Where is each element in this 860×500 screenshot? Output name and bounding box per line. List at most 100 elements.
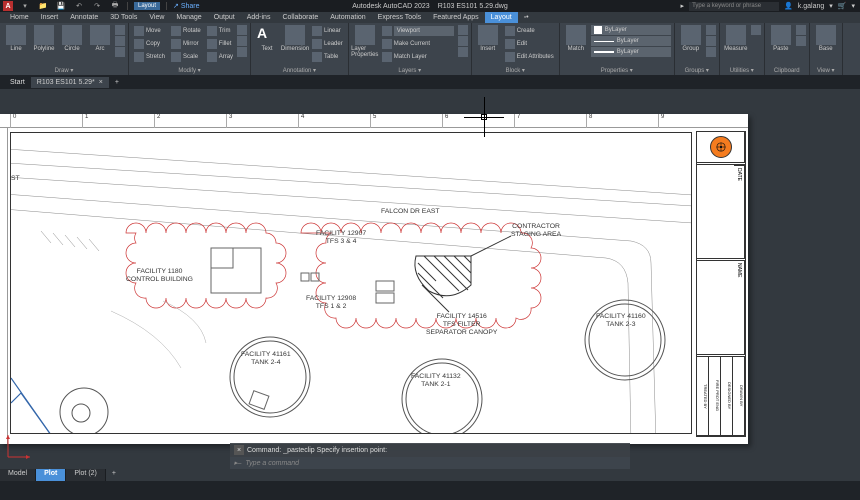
start-tab[interactable]: Start [4,77,31,88]
util-more-icon[interactable] [751,25,761,35]
stretch-button[interactable]: Stretch [132,51,167,63]
tab-layout[interactable]: Layout [485,12,518,23]
mirror-button[interactable]: Mirror [169,38,203,50]
block-edit-button[interactable]: Edit [503,38,556,50]
file-tab-active[interactable]: R103 ES101 5.29* × [31,77,109,88]
layer-more-3-icon[interactable] [458,47,468,57]
app-logo[interactable]: A [3,1,13,11]
qat-undo-icon[interactable]: ↶ [73,1,85,11]
match-button[interactable]: Match [563,25,589,52]
cart-icon[interactable]: 🛒 [838,2,847,10]
group-more-3-icon[interactable] [706,47,716,57]
clip-more-1-icon[interactable] [796,25,806,35]
paste-button[interactable]: Paste [768,25,794,52]
tab-overflow-icon[interactable]: ▫• [518,12,535,23]
command-input[interactable]: ▸–Type a command [230,457,630,469]
sync-icon[interactable]: ▾ [829,2,833,10]
match-layer-button[interactable]: Match Layer [380,51,456,63]
insert-button[interactable]: Insert [475,25,501,52]
qat-save-icon[interactable]: 💾 [55,1,67,11]
workspace-layout-badge[interactable]: Layout [134,2,160,10]
group-more-1-icon[interactable] [706,25,716,35]
layout-tab-model[interactable]: Model [0,469,36,481]
clip-more-2-icon[interactable] [796,36,806,46]
help-icon[interactable]: ▾ [851,2,855,10]
user-icon[interactable]: 👤 [784,2,793,10]
modify-more-2-icon[interactable] [237,36,247,46]
draw-more-1-icon[interactable] [115,25,125,35]
qat-menu-icon[interactable]: ▾ [19,1,31,11]
tab-expresstools[interactable]: Express Tools [372,12,427,23]
color-bylayer-select[interactable]: ByLayer [591,25,671,35]
close-icon[interactable]: × [99,79,103,86]
qat-print-icon[interactable]: 🖶 [109,1,121,11]
qat-redo-icon[interactable]: ↷ [91,1,103,11]
base-button[interactable]: Base [813,25,839,52]
draw-more-2-icon[interactable] [115,36,125,46]
tab-3dtools[interactable]: 3D Tools [104,12,143,23]
layer-viewport-button[interactable]: Viewport [380,25,456,37]
panel-block-title[interactable]: Block ▾ [475,66,556,75]
tab-home[interactable]: Home [4,12,35,23]
add-file-tab[interactable]: + [109,77,125,88]
lineweight-bylayer-select[interactable]: ByLayer [591,47,671,57]
table-button[interactable]: Table [310,51,345,63]
fillet-button[interactable]: Fillet [205,38,235,50]
linetype-bylayer-select[interactable]: ByLayer [591,36,671,46]
panel-draw-title[interactable]: Draw ▾ [3,66,125,75]
panel-utilities-title[interactable]: Utilities ▾ [723,66,761,75]
command-line[interactable]: ×Command: _pasteclip Specify insertion p… [230,443,630,469]
layout-tab-plot2[interactable]: Plot (2) [66,469,106,481]
tab-output[interactable]: Output [208,12,241,23]
tab-annotate[interactable]: Annotate [64,12,104,23]
copy-button[interactable]: Copy [132,38,167,50]
layer-more-1-icon[interactable] [458,25,468,35]
draw-more-3-icon[interactable] [115,47,125,57]
cmd-close-icon[interactable]: × [234,445,244,455]
panel-modify-title[interactable]: Modify ▾ [132,66,247,75]
panel-properties-title[interactable]: Properties ▾ [563,66,671,75]
layerprops-button[interactable]: Layer Properties [352,25,378,58]
arc-button[interactable]: Arc [87,25,113,52]
layer-more-2-icon[interactable] [458,36,468,46]
circle-button[interactable]: Circle [59,25,85,52]
array-button[interactable]: Array [205,51,235,63]
paper-space[interactable]: 0 1 2 3 4 5 6 7 8 9 DATE NAME TREATED BY… [0,114,748,444]
qat-open-icon[interactable]: 📁 [37,1,49,11]
layout-viewport[interactable]: ST FALCON DR EAST CONTRACTOR STAGING ARE… [10,132,692,434]
rotate-button[interactable]: Rotate [169,25,203,37]
block-create-button[interactable]: Create [503,25,556,37]
panel-layers-title[interactable]: Layers ▾ [352,66,468,75]
user-name[interactable]: k.galang [798,3,824,10]
tab-manage[interactable]: Manage [170,12,207,23]
tab-addins[interactable]: Add-ins [241,12,277,23]
scale-button[interactable]: Scale [169,51,203,63]
leader-button[interactable]: Leader [310,38,345,50]
linear-button[interactable]: Linear [310,25,345,37]
share-button[interactable]: ↗ Share [173,2,200,10]
move-button[interactable]: Move [132,25,167,37]
panel-groups-title[interactable]: Groups ▾ [678,66,716,75]
tab-view[interactable]: View [143,12,170,23]
text-button[interactable]: AText [254,25,280,52]
panel-annotation-title[interactable]: Annotation ▾ [254,66,345,75]
drawing-canvas[interactable]: 0 1 2 3 4 5 6 7 8 9 DATE NAME TREATED BY… [0,89,860,469]
edit-attributes-button[interactable]: Edit Attributes [503,51,556,63]
measure-button[interactable]: Measure [723,25,749,52]
layout-tab-plot[interactable]: Plot [36,469,66,481]
panel-view-title[interactable]: View ▾ [813,66,839,75]
group-more-2-icon[interactable] [706,36,716,46]
polyline-button[interactable]: Polyline [31,25,57,52]
dimension-button[interactable]: Dimension [282,25,308,52]
search-input[interactable]: Type a keyword or phrase [689,2,779,11]
trim-button[interactable]: Trim [205,25,235,37]
tab-collaborate[interactable]: Collaborate [276,12,324,23]
make-current-button[interactable]: Make Current [380,38,456,50]
line-button[interactable]: Line [3,25,29,52]
tab-featuredapps[interactable]: Featured Apps [427,12,485,23]
add-layout-tab[interactable]: + [106,469,122,481]
tab-insert[interactable]: Insert [35,12,65,23]
modify-more-3-icon[interactable] [237,47,247,57]
modify-more-1-icon[interactable] [237,25,247,35]
tab-automation[interactable]: Automation [324,12,371,23]
